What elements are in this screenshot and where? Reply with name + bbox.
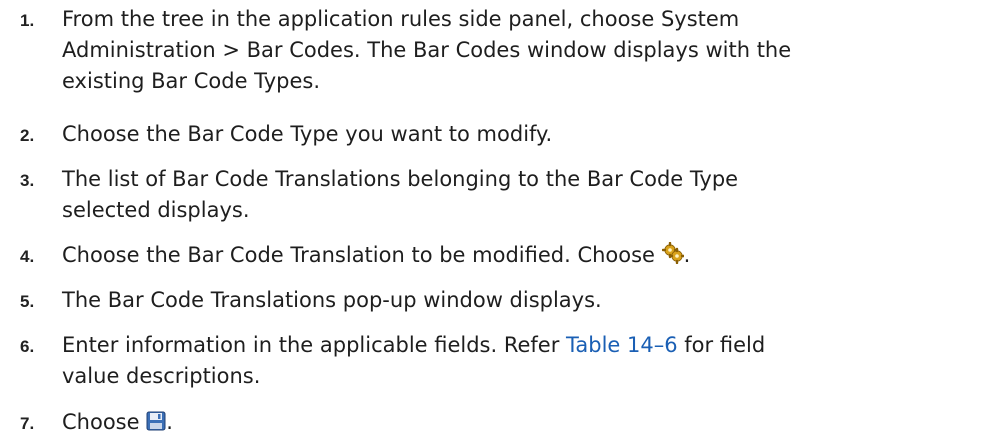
step-text: Choose . — [62, 407, 997, 440]
step-text: The Bar Code Translations pop-up window … — [62, 288, 602, 312]
step-text-after: . — [683, 243, 691, 267]
step-text: From the tree in the application rules s… — [62, 7, 792, 93]
step-number: 4. — [20, 247, 35, 266]
step-number: 5. — [20, 292, 35, 311]
gear-icon[interactable] — [661, 241, 685, 273]
step-text-before: Choose the Bar Code Translation to be mo… — [62, 243, 662, 267]
step-text: The list of Bar Code Translations belong… — [62, 167, 739, 222]
step-number: 6. — [20, 337, 35, 356]
step-text: Choose the Bar Code Type you want to mod… — [62, 122, 553, 146]
step-text: Choose the Bar Code Translation to be mo… — [62, 240, 997, 273]
step-text: Enter information in the applicable fiel… — [62, 330, 997, 392]
step-number: 3. — [20, 171, 35, 190]
save-icon[interactable] — [146, 409, 166, 440]
table-reference-link[interactable]: Table 14–6 — [566, 333, 678, 357]
step-text-after: . — [166, 410, 173, 434]
step-number: 2. — [20, 126, 35, 145]
step-text-before: Enter information in the applicable fiel… — [62, 333, 567, 357]
step-text-before: Choose — [62, 410, 147, 434]
step-number: 1. — [20, 11, 35, 30]
step-number: 7. — [20, 414, 35, 433]
